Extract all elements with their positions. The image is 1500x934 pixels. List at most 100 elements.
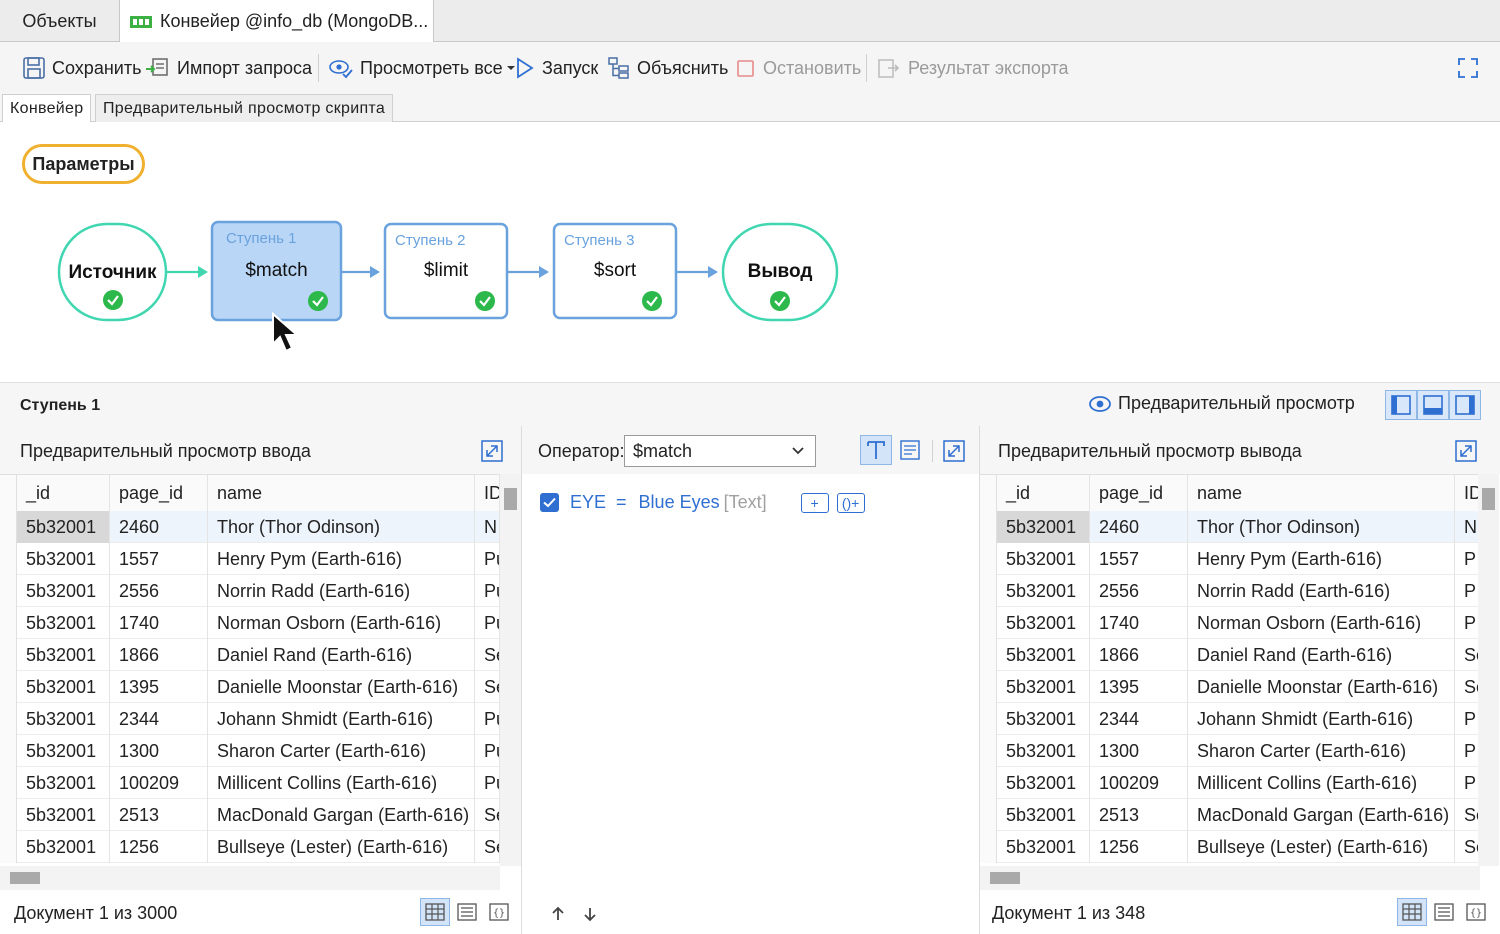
table-row[interactable]: 5b32001 2460 Thor (Thor Odinson) N — [980, 511, 1480, 543]
table-cell[interactable]: P — [1455, 703, 1480, 735]
table-cell[interactable]: N — [475, 511, 500, 543]
table-cell[interactable]: Norrin Radd (Earth-616) — [1188, 575, 1455, 607]
table-cell[interactable]: Daniel Rand (Earth-616) — [208, 639, 475, 671]
column-header[interactable]: page_id — [110, 475, 208, 511]
row-number-cell[interactable] — [0, 639, 17, 671]
run-button[interactable]: Запуск — [514, 54, 598, 82]
table-cell[interactable]: Johann Shmidt (Earth-616) — [208, 703, 475, 735]
form-view-button[interactable] — [452, 898, 482, 926]
scroll-thumb[interactable] — [10, 872, 40, 884]
import-query-button[interactable]: Импорт запроса — [145, 54, 312, 82]
input-data-grid[interactable]: _idpage_idnameID5b320012460Thor (Thor Od… — [0, 474, 500, 866]
table-cell[interactable]: Norman Osborn (Earth-616) — [1188, 607, 1455, 639]
row-number-cell[interactable] — [980, 767, 997, 799]
condition-field[interactable]: EYE — [570, 492, 606, 513]
table-cell[interactable]: 100209 — [1090, 767, 1188, 799]
table-cell[interactable]: 1300 — [110, 735, 208, 767]
table-cell[interactable]: 2460 — [1090, 511, 1188, 543]
column-header[interactable]: _id — [997, 475, 1090, 511]
export-result-button[interactable]: Результат экспорта — [876, 54, 1069, 82]
table-cell[interactable]: 5b32001 — [997, 799, 1090, 831]
column-header[interactable]: ID — [1455, 475, 1480, 511]
table-cell[interactable]: 2513 — [1090, 799, 1188, 831]
row-number-cell[interactable] — [980, 575, 997, 607]
table-cell[interactable]: 1866 — [1090, 639, 1188, 671]
table-cell[interactable]: 5b32001 — [997, 639, 1090, 671]
output-data-grid[interactable]: _idpage_idnameID5b320012460Thor (Thor Od… — [980, 474, 1480, 866]
table-row[interactable]: 5b32001 100209 Millicent Collins (Earth-61… — [0, 767, 500, 799]
table-cell[interactable]: Danielle Moonstar (Earth-616) — [1188, 671, 1455, 703]
table-cell[interactable]: Millicent Collins (Earth-616) — [1188, 767, 1455, 799]
table-row[interactable]: 5b320011740Norman Osborn (Earth-616)Pu — [0, 607, 500, 639]
table-cell[interactable]: P — [1455, 543, 1480, 575]
tab-script-preview[interactable]: Предварительный просмотр скрипта — [95, 94, 394, 122]
table-cell[interactable]: Pu — [475, 607, 500, 639]
table-cell[interactable]: Pu — [475, 735, 500, 767]
add-group-button[interactable]: ()+ — [836, 492, 865, 513]
column-header[interactable]: page_id — [1090, 475, 1188, 511]
table-cell[interactable]: 1256 — [110, 831, 208, 863]
table-cell[interactable]: Henry Pym (Earth-616) — [208, 543, 475, 575]
table-cell[interactable]: Sharon Carter (Earth-616) — [208, 735, 475, 767]
tab-pipeline-editor[interactable]: Конвейер — [2, 94, 92, 123]
scroll-thumb[interactable] — [504, 488, 517, 510]
add-condition-button[interactable]: + — [800, 492, 829, 513]
table-cell[interactable]: 2344 — [1090, 703, 1188, 735]
table-cell[interactable]: 2556 — [110, 575, 208, 607]
table-row[interactable]: 5b32001 1300 Sharon Carter (Earth-616) P — [980, 735, 1480, 767]
table-row[interactable]: 5b320011866Daniel Rand (Earth-616)Se — [0, 639, 500, 671]
table-cell[interactable]: Se — [1455, 639, 1480, 671]
table-row[interactable]: 5b32001 1256 Bullseye (Lester) (Earth-616)… — [0, 831, 500, 863]
table-cell[interactable]: Pu — [475, 767, 500, 799]
table-cell[interactable]: 5b32001 — [997, 511, 1090, 543]
table-cell[interactable]: 5b32001 — [17, 575, 110, 607]
layout-right-button[interactable] — [1449, 390, 1481, 420]
table-cell[interactable]: 1866 — [110, 639, 208, 671]
table-row[interactable]: 5b320012556Norrin Radd (Earth-616)Pu — [0, 575, 500, 607]
table-row[interactable]: 5b320011866Daniel Rand (Earth-616)Se — [980, 639, 1480, 671]
row-number-cell[interactable] — [0, 607, 17, 639]
table-cell[interactable]: 5b32001 — [17, 703, 110, 735]
table-row[interactable]: 5b32001 100209 Millicent Collins (Earth-61… — [980, 767, 1480, 799]
table-cell[interactable]: 5b32001 — [997, 831, 1090, 863]
table-row[interactable]: 5b320012344Johann Shmidt (Earth-616)Pu — [0, 703, 500, 735]
table-cell[interactable]: Daniel Rand (Earth-616) — [1188, 639, 1455, 671]
source-node[interactable]: Источник — [59, 262, 166, 284]
table-cell[interactable]: Johann Shmidt (Earth-616) — [1188, 703, 1455, 735]
table-cell[interactable]: Se — [1455, 831, 1480, 863]
output-horizontal-scrollbar[interactable] — [980, 866, 1480, 890]
save-button[interactable]: Сохранить — [22, 54, 141, 82]
row-number-cell[interactable] — [980, 799, 997, 831]
arrow-down-icon[interactable] — [582, 906, 598, 922]
table-cell[interactable]: Se — [1455, 671, 1480, 703]
output-node[interactable]: Вывод — [723, 261, 837, 283]
table-row[interactable]: 5b32001 1395 Danielle Moonstar (Earth-616)… — [980, 671, 1480, 703]
builder-mode-button[interactable] — [860, 435, 892, 465]
table-cell[interactable]: Bullseye (Lester) (Earth-616) — [208, 831, 475, 863]
table-cell[interactable]: Pu — [475, 703, 500, 735]
table-row[interactable]: 5b32001 1256 Bullseye (Lester) (Earth-616)… — [980, 831, 1480, 863]
tab-pipeline[interactable]: Конвейер @info_db (MongoDB... — [120, 0, 434, 43]
table-cell[interactable]: 1300 — [1090, 735, 1188, 767]
table-cell[interactable]: Sharon Carter (Earth-616) — [1188, 735, 1455, 767]
condition-operator[interactable]: = — [616, 492, 627, 513]
table-row[interactable]: 5b32001 2513 MacDonald Gargan (Earth-616) S… — [0, 799, 500, 831]
table-cell[interactable]: Norrin Radd (Earth-616) — [208, 575, 475, 607]
stage-1-node[interactable]: Ступень 1 $match — [212, 222, 341, 320]
table-cell[interactable]: Se — [475, 799, 500, 831]
table-cell[interactable]: 5b32001 — [997, 671, 1090, 703]
input-vertical-scrollbar[interactable] — [500, 474, 521, 866]
table-cell[interactable]: Pu — [475, 543, 500, 575]
table-cell[interactable]: 1256 — [1090, 831, 1188, 863]
row-number-cell[interactable] — [0, 767, 17, 799]
table-row[interactable]: 5b32001 1395 Danielle Moonstar (Earth-616)… — [0, 671, 500, 703]
table-cell[interactable]: MacDonald Gargan (Earth-616) — [208, 799, 475, 831]
table-cell[interactable]: Bullseye (Lester) (Earth-616) — [1188, 831, 1455, 863]
column-header[interactable]: ID — [475, 475, 500, 511]
text-mode-button[interactable] — [894, 435, 926, 465]
table-row[interactable]: 5b32001 2513 MacDonald Gargan (Earth-616) S… — [980, 799, 1480, 831]
table-cell[interactable]: 5b32001 — [17, 799, 110, 831]
table-cell[interactable]: Thor (Thor Odinson) — [1188, 511, 1455, 543]
table-cell[interactable]: 1395 — [110, 671, 208, 703]
tab-objects[interactable]: Объекты — [0, 0, 120, 42]
